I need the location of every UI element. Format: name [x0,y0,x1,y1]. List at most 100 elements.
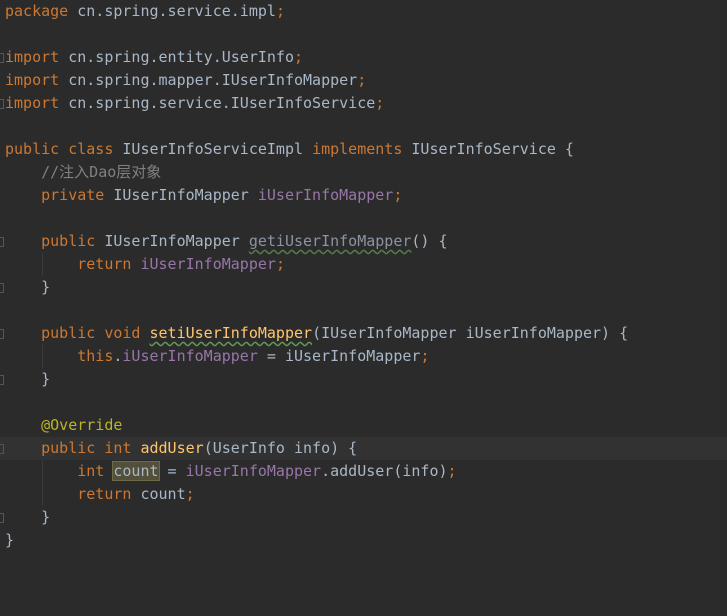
code-text: package cn.spring.service.impl; [5,0,285,23]
code-line[interactable]: public int addUser(UserInfo info) { [0,437,727,460]
code-token: (IUserInfoMapper iUserInfoMapper) { [312,324,629,342]
code-line[interactable]: private IUserInfoMapper iUserInfoMapper; [0,184,727,207]
code-token: ; [357,71,367,89]
code-text: import cn.spring.service.IUserInfoServic… [5,92,384,115]
code-line[interactable]: //注入Dao层对象 [0,161,727,184]
code-line[interactable]: import cn.spring.entity.UserInfo; [0,46,727,69]
code-token: public void [5,324,150,342]
code-line[interactable]: this.iUserInfoMapper = iUserInfoMapper; [0,345,727,368]
code-text: } [5,506,50,529]
code-line[interactable]: import cn.spring.mapper.IUserInfoMapper; [0,69,727,92]
code-text: private IUserInfoMapper iUserInfoMapper; [5,184,402,207]
fold-gutter-icon[interactable] [0,444,4,454]
code-line[interactable]: package cn.spring.service.impl; [0,0,727,23]
code-token: } [5,531,15,549]
code-token: ; [447,462,457,480]
code-token: = iUserInfoMapper [257,347,421,365]
code-token: import [5,94,60,112]
code-token: return [5,255,141,273]
code-text: import cn.spring.entity.UserInfo; [5,46,303,69]
code-line[interactable]: return iUserInfoMapper; [0,253,727,276]
code-token: () { [411,232,448,250]
code-token: count [140,485,186,503]
code-text: } [5,276,50,299]
code-token: } [5,370,51,388]
code-token: count [112,461,160,481]
code-token: implements [312,140,412,158]
code-line[interactable] [0,391,727,414]
code-token: .addUser(info) [321,462,448,480]
code-text: public IUserInfoMapper getiUserInfoMappe… [5,230,448,253]
code-text: } [5,529,14,552]
code-text: public int addUser(UserInfo info) { [5,437,357,460]
code-line[interactable] [0,115,727,138]
code-token: iUserInfoMapper [140,255,276,273]
code-text: } [5,368,50,391]
code-text: return iUserInfoMapper; [5,253,285,276]
fold-gutter-icon[interactable] [0,283,4,293]
code-text: //注入Dao层对象 [5,161,161,184]
code-token: cn.spring.service.impl [68,2,276,20]
code-token: cn.spring.mapper.IUserInfoMapper [59,71,358,89]
code-token: cn.spring.service.IUserInfoService [59,94,376,112]
code-token: } [5,508,51,526]
code-line[interactable]: import cn.spring.service.IUserInfoServic… [0,92,727,115]
code-line[interactable]: public IUserInfoMapper getiUserInfoMappe… [0,230,727,253]
code-token: ; [275,255,285,273]
code-line[interactable]: } [0,529,727,552]
fold-gutter-icon[interactable] [0,99,4,109]
code-editor[interactable]: package cn.spring.service.impl; import cn… [0,0,727,616]
code-line[interactable] [0,299,727,322]
code-token: public [5,232,105,250]
fold-gutter-icon[interactable] [0,329,4,339]
code-token: IUserInfoServiceImpl [122,140,313,158]
code-token: setiUserInfoMapper [149,324,313,342]
code-token: IUserInfoMapper [113,186,258,204]
code-text: public void setiUserInfoMapper(IUserInfo… [5,322,628,345]
indent-guide [42,345,43,368]
code-token: IUserInfoMapper [104,232,249,250]
code-token: return [5,485,141,503]
code-token: import [5,48,60,66]
code-token: ; [375,94,385,112]
code-token: = [158,462,186,480]
code-line[interactable]: } [0,368,727,391]
fold-gutter-icon[interactable] [0,237,4,247]
code-token: ; [420,347,430,365]
code-token: iUserInfoMapper [257,186,394,204]
fold-gutter-icon[interactable] [0,53,4,63]
code-line[interactable]: int count = iUserInfoMapper.addUser(info… [0,460,727,483]
code-token: IUserInfoService { [411,140,574,158]
code-text: public class IUserInfoServiceImpl implem… [5,138,574,161]
code-token: cn.spring.entity.UserInfo [59,48,294,66]
code-token: ; [275,2,285,20]
code-token: (UserInfo info) { [203,439,358,457]
code-line[interactable]: @Override [0,414,727,437]
code-token: int [5,462,114,480]
code-line[interactable]: public void setiUserInfoMapper(IUserInfo… [0,322,727,345]
code-text: @Override [5,414,122,437]
code-line[interactable] [0,207,727,230]
fold-gutter-icon[interactable] [0,513,4,523]
code-line[interactable]: } [0,506,727,529]
code-text: return count; [5,483,195,506]
code-token: public class [5,140,123,158]
code-token: addUser [140,439,204,457]
code-line[interactable]: public class IUserInfoServiceImpl implem… [0,138,727,161]
code-token: iUserInfoMapper [185,462,322,480]
code-line[interactable]: return count; [0,483,727,506]
code-token: ; [294,48,304,66]
code-token: package [5,2,69,20]
fold-gutter-icon[interactable] [0,375,4,385]
code-line[interactable]: } [0,276,727,299]
code-token: ; [393,186,403,204]
code-token: ; [185,485,195,503]
code-token: } [5,278,51,296]
indent-guide [42,253,43,276]
code-text: import cn.spring.mapper.IUserInfoMapper; [5,69,366,92]
code-token: getiUserInfoMapper [248,232,412,250]
code-line[interactable] [0,23,727,46]
code-text: this.iUserInfoMapper = iUserInfoMapper; [5,345,429,368]
code-token: //注入Dao层对象 [5,163,162,181]
code-token: import [5,71,60,89]
